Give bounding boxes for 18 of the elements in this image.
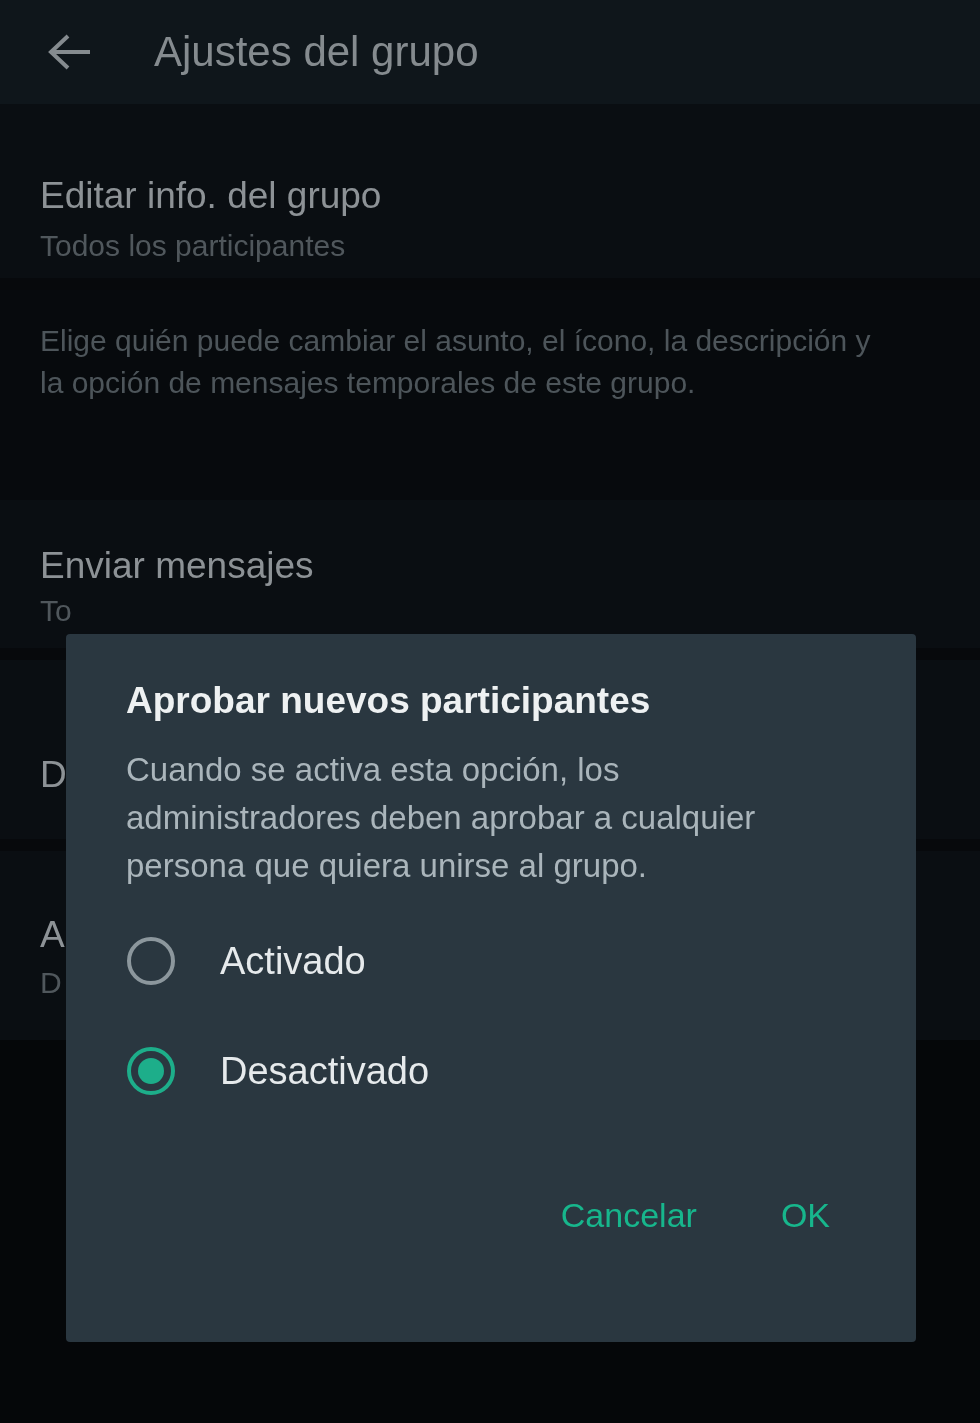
radio-button[interactable] bbox=[126, 936, 176, 986]
setting-value: To bbox=[40, 594, 72, 628]
radio-button[interactable] bbox=[126, 1046, 176, 1096]
setting-title[interactable]: Editar info. del grupo bbox=[40, 172, 382, 220]
back-arrow-icon[interactable] bbox=[46, 32, 92, 72]
dialog-message: Cuando se activa esta opción, los administradores deben aprobar a cualquier persona que quiera unirse al grupo. bbox=[126, 750, 757, 886]
setting-title[interactable]: A bbox=[40, 911, 65, 959]
setting-value: D bbox=[40, 965, 62, 1001]
dialog-title: Aprobar nuevos participantes bbox=[126, 679, 652, 723]
radio-option[interactable]: Activado bbox=[126, 936, 366, 986]
radio-option[interactable]: Desactivado bbox=[126, 1046, 430, 1096]
screen-title: Ajustes del grupo bbox=[154, 28, 479, 76]
settings-description: Elige quién puede cambiar el asunto, el ícono, la descripción y la opción de mensajes temporales de este grupo. bbox=[40, 323, 872, 401]
cancel-button[interactable]: Cancelar bbox=[560, 1196, 697, 1235]
setting-value: Todos los participantes bbox=[40, 228, 346, 264]
setting-title[interactable]: D bbox=[40, 751, 67, 799]
setting-title[interactable]: Enviar mensajes bbox=[40, 542, 314, 590]
ok-button[interactable]: OK bbox=[780, 1196, 830, 1235]
